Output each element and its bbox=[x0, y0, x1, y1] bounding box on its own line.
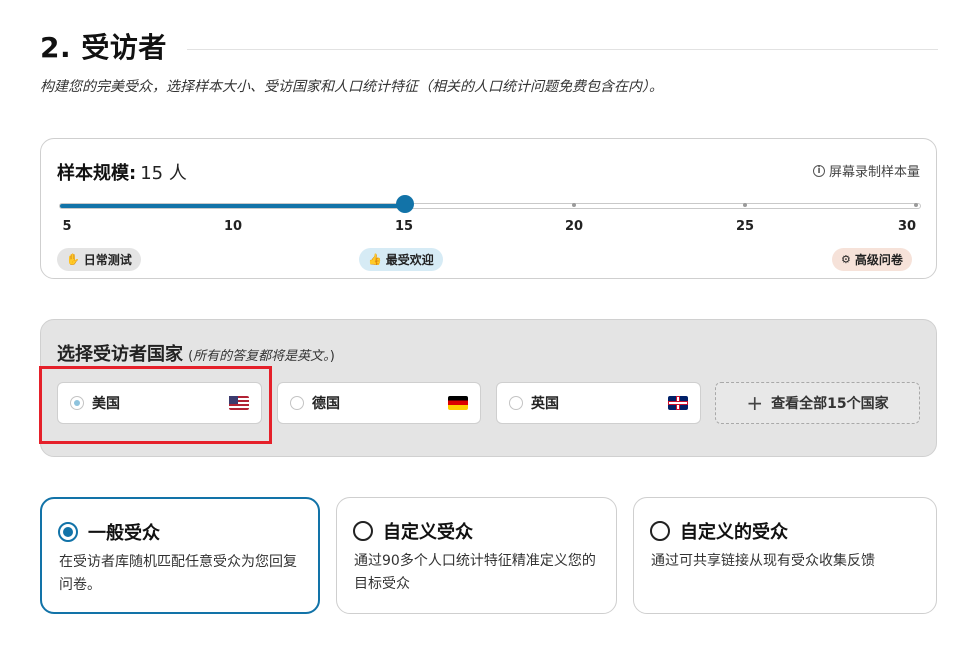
audience-option-general[interactable]: 一般受众 在受访者库随机匹配任意受众为您回复问卷。 bbox=[40, 497, 320, 614]
screen-record-sample-label: 屏幕录制样本量 bbox=[828, 165, 920, 180]
de-flag-icon bbox=[448, 396, 468, 410]
view-all-countries-button[interactable]: + 查看全部15个国家 bbox=[715, 382, 920, 424]
sample-size-slider-thumb[interactable] bbox=[395, 195, 414, 213]
hand-icon: ✋ bbox=[66, 253, 80, 266]
country-language-note: (所有的答复都将是英文。) bbox=[188, 349, 335, 364]
audience-option-head: 一般受众 bbox=[58, 519, 160, 545]
sample-size-slider-track[interactable] bbox=[59, 203, 921, 209]
radio-icon bbox=[650, 521, 670, 541]
daily-test-tag[interactable]: ✋ 日常测试 bbox=[57, 248, 141, 271]
country-heading-title: 选择受访者国家 bbox=[57, 344, 183, 365]
country-option-uk[interactable]: 英国 bbox=[496, 382, 701, 424]
slider-tick-dot bbox=[914, 203, 918, 207]
advanced-survey-label: 高级问卷 bbox=[854, 253, 903, 267]
view-all-countries-label: 查看全部15个国家 bbox=[771, 396, 889, 412]
country-option-de[interactable]: 德国 bbox=[277, 382, 481, 424]
audience-option-label: 自定义受众 bbox=[383, 522, 473, 543]
us-flag-icon bbox=[229, 396, 249, 410]
title-divider bbox=[186, 48, 938, 50]
audience-option-desc: 在受访者库随机匹配任意受众为您回复问卷。 bbox=[59, 554, 297, 593]
audience-option-own[interactable]: 自定义的受众 通过可共享链接从现有受众收集反馈 bbox=[633, 497, 937, 614]
radio-icon bbox=[353, 521, 373, 541]
gears-icon: ⚙ bbox=[841, 253, 851, 266]
sample-size-label: 样本规模: bbox=[57, 163, 137, 184]
slider-tick-label: 15 bbox=[394, 219, 414, 234]
info-icon: i bbox=[812, 164, 825, 177]
sample-size-value: 15 人 bbox=[140, 163, 187, 184]
sample-size-heading: 样本规模: 15 人 bbox=[57, 159, 187, 185]
section-header: 2. 受访者 bbox=[40, 24, 938, 68]
note-text: 所有的答复都将是英文。 bbox=[193, 349, 330, 364]
country-option-us[interactable]: 美国 bbox=[57, 382, 262, 424]
thumbs-up-icon: 👍 bbox=[368, 253, 382, 266]
slider-tick-dot bbox=[743, 203, 747, 207]
country-name: 德国 bbox=[312, 396, 340, 412]
radio-icon bbox=[290, 396, 304, 410]
slider-tick-label: 25 bbox=[735, 219, 755, 234]
most-popular-label: 最受欢迎 bbox=[385, 253, 434, 267]
slider-tick-label: 5 bbox=[62, 219, 72, 234]
section-subtitle: 构建您的完美受众，选择样本大小、受访国家和人口统计特征（相关的人口统计问题免费包… bbox=[40, 79, 663, 95]
slider-fill bbox=[60, 204, 404, 208]
slider-tick-label: 30 bbox=[897, 219, 917, 234]
most-popular-tag[interactable]: 👍 最受欢迎 bbox=[359, 248, 443, 271]
radio-selected-icon bbox=[58, 522, 78, 542]
plus-icon: + bbox=[746, 391, 764, 415]
advanced-survey-tag[interactable]: ⚙ 高级问卷 bbox=[832, 248, 912, 271]
audience-option-desc: 通过90多个人口统计特征精准定义您的目标受众 bbox=[354, 553, 596, 592]
audience-option-head: 自定义受众 bbox=[353, 518, 473, 544]
screen-record-sample-link[interactable]: i 屏幕录制样本量 bbox=[812, 161, 920, 180]
uk-flag-icon bbox=[668, 396, 688, 410]
radio-icon bbox=[509, 396, 523, 410]
audience-option-head: 自定义的受众 bbox=[650, 518, 788, 544]
note-paren-close: ) bbox=[329, 349, 335, 364]
audience-option-desc: 通过可共享链接从现有受众收集反馈 bbox=[651, 553, 875, 569]
audience-option-custom[interactable]: 自定义受众 通过90多个人口统计特征精准定义您的目标受众 bbox=[336, 497, 617, 614]
daily-test-label: 日常测试 bbox=[83, 253, 132, 267]
country-select-card: 选择受访者国家 (所有的答复都将是英文。) 美国 德国 英国 + 查看全部15个… bbox=[40, 319, 937, 457]
slider-tick-dot bbox=[572, 203, 576, 207]
slider-tick-label: 10 bbox=[223, 219, 243, 234]
country-heading: 选择受访者国家 (所有的答复都将是英文。) bbox=[57, 340, 335, 366]
sample-size-card: 样本规模: 15 人 i 屏幕录制样本量 5 10 15 20 25 30 ✋ 日… bbox=[40, 138, 937, 279]
audience-option-label: 一般受众 bbox=[88, 523, 160, 544]
page-title: 2. 受访者 bbox=[40, 31, 167, 64]
country-name: 美国 bbox=[92, 396, 120, 412]
country-name: 英国 bbox=[531, 396, 559, 412]
radio-selected-icon bbox=[70, 396, 84, 410]
audience-option-label: 自定义的受众 bbox=[680, 522, 788, 543]
slider-tick-label: 20 bbox=[564, 219, 584, 234]
